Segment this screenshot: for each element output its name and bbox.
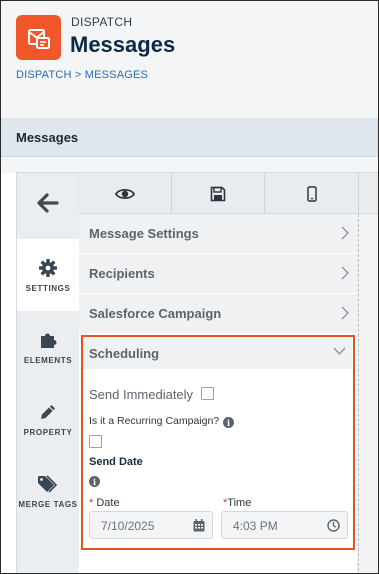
editor-side-rail: SETTINGS ELEMENTS PROPERTY MERGE TAGS [17, 173, 79, 573]
tag-icon [38, 474, 58, 493]
required-marker: * [89, 497, 94, 509]
date-field-label: * Date [89, 497, 120, 509]
rail-item-settings[interactable]: SETTINGS [17, 239, 79, 311]
time-label-text: Time [227, 497, 252, 509]
recurring-campaign-label: Is it a Recurring Campaign? [89, 415, 220, 427]
app-frame: DISPATCH Messages DISPATCH > MESSAGES Me… [0, 0, 379, 574]
spacer [1, 157, 378, 173]
section-message-settings[interactable]: Message Settings [79, 214, 357, 254]
chevron-right-icon [341, 226, 349, 240]
gear-icon [39, 258, 57, 277]
date-value: 7/10/2025 [101, 519, 155, 533]
scheduling-section: Scheduling Send Immediately Is it a Recu… [81, 335, 355, 550]
eye-icon [115, 188, 135, 199]
section-recipients[interactable]: Recipients [79, 254, 357, 294]
info-icon[interactable]: i [89, 476, 100, 487]
rail-label-settings: SETTINGS [25, 283, 71, 293]
send-immediately-checkbox[interactable] [201, 387, 214, 400]
back-button[interactable] [17, 173, 79, 233]
date-input[interactable]: 7/10/2025 [89, 511, 213, 539]
section-salesforce-campaign[interactable]: Salesforce Campaign [79, 294, 357, 334]
section-title: Messages [16, 130, 79, 145]
info-icon[interactable]: i [223, 417, 234, 428]
arrow-left-icon [37, 193, 59, 213]
send-immediately-label: Send Immediately [89, 387, 194, 402]
section-title-message-settings: Message Settings [89, 226, 199, 241]
message-canvas-edge [358, 214, 378, 573]
date-label-text: Date [96, 497, 120, 509]
time-value: 4:03 PM [233, 519, 278, 533]
section-title-recipients: Recipients [89, 266, 155, 281]
page-header: DISPATCH Messages DISPATCH > MESSAGES [1, 1, 378, 119]
recurring-campaign-checkbox[interactable] [89, 435, 102, 448]
preview-button[interactable] [79, 173, 172, 214]
save-icon [210, 186, 226, 201]
puzzle-icon [41, 333, 57, 348]
chevron-right-icon [341, 306, 349, 320]
rail-label-merge-tags: MERGE TAGS [18, 499, 78, 509]
rail-label-property: PROPERTY [23, 427, 73, 437]
time-field-label: *Time [223, 497, 251, 509]
send-date-label: Send Date [89, 456, 143, 468]
mobile-preview-button[interactable] [265, 173, 359, 214]
dispatch-app-icon [16, 15, 61, 60]
rail-item-property[interactable]: PROPERTY [17, 383, 79, 455]
clock-icon[interactable] [327, 519, 340, 532]
save-button[interactable] [172, 173, 265, 214]
rail-item-merge-tags[interactable]: MERGE TAGS [17, 455, 79, 527]
mobile-icon [306, 185, 317, 202]
app-label: DISPATCH [71, 15, 133, 29]
scheduling-title: Scheduling [89, 346, 160, 361]
section-title-salesforce-campaign: Salesforce Campaign [89, 306, 222, 321]
rail-label-elements: ELEMENTS [23, 355, 73, 365]
rail-item-elements[interactable]: ELEMENTS [17, 311, 79, 383]
chevron-down-icon [333, 347, 346, 355]
section-band: Messages [1, 119, 378, 157]
calendar-icon[interactable] [193, 519, 205, 532]
time-input[interactable]: 4:03 PM [221, 511, 348, 539]
scheduling-header[interactable]: Scheduling [83, 337, 352, 369]
pencil-icon [41, 404, 55, 419]
breadcrumb[interactable]: DISPATCH > MESSAGES [16, 69, 148, 81]
chevron-right-icon [341, 266, 349, 280]
editor-toolbar [79, 173, 378, 214]
page-title: Messages [70, 32, 176, 57]
